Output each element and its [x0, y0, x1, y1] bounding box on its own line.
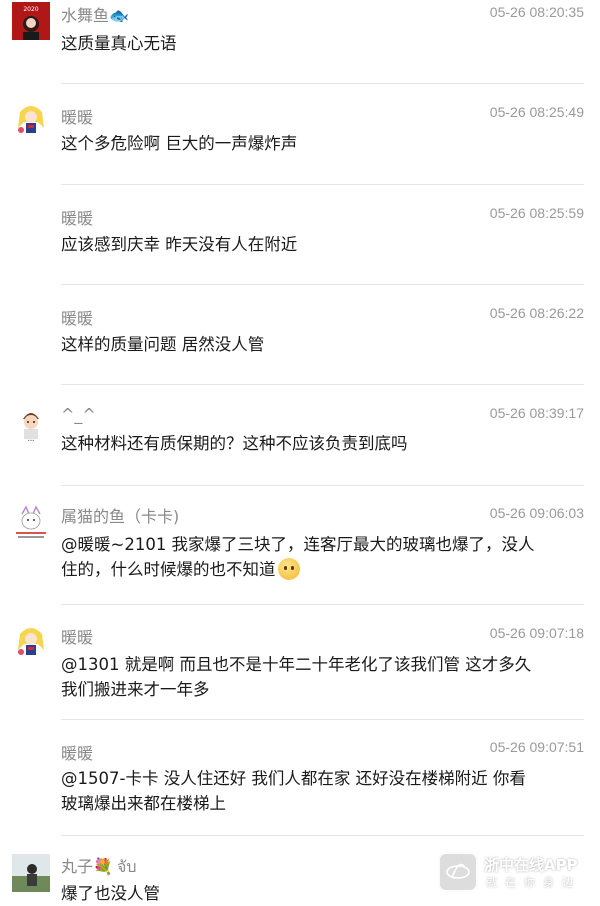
- comment-username[interactable]: 暖暖: [61, 624, 93, 648]
- comment-content: @暖暖~2101 我家爆了三块了，连客厅最大的玻璃也爆了，没人 住的，什么时候爆…: [61, 532, 561, 582]
- watermark-title: 浙中在线APP: [484, 856, 578, 874]
- comment-divider: [61, 184, 584, 185]
- comment-line: 这个多危险啊 巨大的一声爆炸声: [61, 134, 298, 153]
- comment-username[interactable]: ^_^: [61, 405, 96, 424]
- comment-username[interactable]: 丸子💐 จับ: [61, 853, 136, 880]
- comment-line: 住的，什么时候爆的也不知道: [61, 557, 561, 582]
- comment-time: 05-26 08:26:22: [489, 305, 584, 321]
- username-text: 丸子: [61, 857, 94, 876]
- svg-text:2020: 2020: [23, 6, 38, 13]
- comment-divider: [61, 604, 584, 605]
- comment-username[interactable]: 属猫的鱼（卡卡): [61, 503, 179, 527]
- comment-line: @1301 就是啊 而且也不是十年二十年老化了该我们管 这才多久: [61, 655, 532, 674]
- comment-time: 05-26 08:25:49: [489, 104, 584, 120]
- comment-line: 玻璃爆出来都在楼梯上: [61, 794, 226, 813]
- comment-username[interactable]: 水舞鱼🐟: [61, 2, 129, 26]
- user-avatar[interactable]: [12, 504, 50, 542]
- comment-divider: [61, 485, 584, 486]
- app-logo-icon: [438, 852, 478, 892]
- fish-emoji-icon: 🐟: [109, 6, 129, 25]
- svg-text:•••: •••: [27, 438, 34, 443]
- comment-content: 这质量真心无语: [61, 31, 561, 56]
- comment-content: @1301 就是啊 而且也不是十年二十年老化了该我们管 这才多久 我们搬进来才一…: [61, 652, 561, 702]
- user-avatar[interactable]: 2020: [12, 2, 50, 40]
- comment-username[interactable]: 暖暖: [61, 205, 93, 229]
- comment-username[interactable]: 暖暖: [61, 740, 93, 764]
- comment-line: @暖暖~2101 我家爆了三块了，连客厅最大的玻璃也爆了，没人: [61, 535, 535, 554]
- comment-time: 05-26 09:07:51: [489, 739, 584, 755]
- comment-content: 这样的质量问题 居然没人管: [61, 332, 561, 357]
- username-suffix: จับ: [116, 857, 137, 876]
- comment-line: 这种材料还有质保期的？这种不应该负责到底吗: [61, 434, 408, 453]
- user-avatar[interactable]: [12, 624, 50, 662]
- comment-time: 05-26 09:07:18: [489, 625, 584, 641]
- comment-username[interactable]: 暖暖: [61, 104, 93, 128]
- comment-line-text: 住的，什么时候爆的也不知道: [61, 560, 276, 579]
- app-watermark: 浙中在线APP 就在你身边: [438, 852, 598, 892]
- comment-line: 这质量真心无语: [61, 34, 177, 53]
- comment-time: 05-26 08:20:35: [489, 4, 584, 20]
- worried-face-icon: [277, 558, 300, 580]
- user-avatar[interactable]: [12, 102, 50, 140]
- comment-divider: [61, 719, 584, 720]
- comment-divider: [61, 83, 584, 84]
- comment-time: 05-26 09:06:03: [489, 505, 584, 521]
- comment-line: 我们搬进来才一年多: [61, 680, 210, 699]
- comment-divider: [61, 384, 584, 385]
- comment-divider: [61, 284, 584, 285]
- username-text: 水舞鱼: [61, 6, 110, 25]
- comment-content: @1507-卡卡 没人住还好 我们人都在家 还好没在楼梯附近 你看 玻璃爆出来都…: [61, 766, 561, 816]
- flower-emoji-icon: 💐: [93, 857, 113, 876]
- comment-content: 应该感到庆幸 昨天没有人在附近: [61, 232, 561, 257]
- comment-divider: [61, 835, 584, 836]
- comment-content: 这个多危险啊 巨大的一声爆炸声: [61, 131, 561, 156]
- user-avatar[interactable]: •••: [12, 405, 50, 443]
- comment-username[interactable]: 暖暖: [61, 305, 93, 329]
- comment-time: 05-26 08:39:17: [489, 405, 584, 421]
- comment-line: @1507-卡卡 没人住还好 我们人都在家 还好没在楼梯附近 你看: [61, 769, 526, 788]
- comment-line: 这样的质量问题 居然没人管: [61, 335, 265, 354]
- comment-time: 05-26 08:25:59: [489, 205, 584, 221]
- user-avatar[interactable]: [12, 854, 50, 892]
- comment-line: 应该感到庆幸 昨天没有人在附近: [61, 235, 298, 254]
- watermark-subtitle: 就在你身边: [486, 876, 581, 889]
- comment-content: 这种材料还有质保期的？这种不应该负责到底吗: [61, 431, 561, 456]
